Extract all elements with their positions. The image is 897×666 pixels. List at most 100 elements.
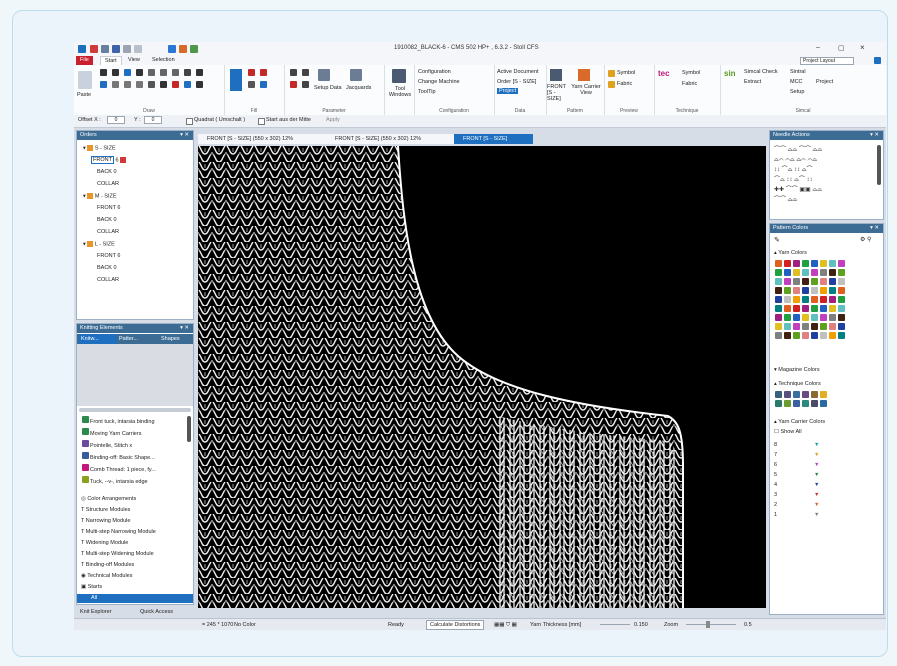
curve-icon[interactable] bbox=[184, 69, 191, 76]
module-item[interactable]: T Widening Module bbox=[81, 540, 128, 546]
yarn-color-swatch[interactable] bbox=[829, 323, 836, 330]
color-tools-icon[interactable]: ⚙ ⚲ bbox=[860, 236, 871, 243]
technique-symbol-button[interactable]: Symbol bbox=[682, 70, 700, 76]
technique-fabric-button[interactable]: Fabric bbox=[682, 81, 697, 87]
module-item[interactable]: ◎ Color Arrangements bbox=[81, 496, 136, 502]
flip-icon[interactable] bbox=[136, 81, 143, 88]
rotate-icon[interactable] bbox=[124, 81, 131, 88]
yarn-color-swatch[interactable] bbox=[811, 269, 818, 276]
square-checkbox[interactable] bbox=[186, 118, 193, 125]
yarn-carrier-cone-icon[interactable]: ▼ bbox=[814, 512, 819, 518]
pipette-icon[interactable] bbox=[160, 81, 167, 88]
yarn-color-swatch[interactable] bbox=[793, 287, 800, 294]
yarn-color-swatch[interactable] bbox=[811, 323, 818, 330]
yarn-color-swatch[interactable] bbox=[811, 278, 818, 285]
yarn-color-swatch[interactable] bbox=[775, 260, 782, 267]
yarn-color-swatch[interactable] bbox=[820, 323, 827, 330]
yarn-color-swatch[interactable] bbox=[838, 332, 845, 339]
jacquards-icon[interactable] bbox=[350, 69, 362, 81]
document-tab[interactable]: FRONT [S - SIZE] (550 x 302) 12% bbox=[326, 134, 459, 144]
calculate-distortions-button[interactable]: Calculate Distortions bbox=[426, 620, 485, 630]
settings-tool-icon[interactable] bbox=[190, 45, 198, 53]
help-icon[interactable] bbox=[874, 57, 881, 64]
yarn-color-swatch[interactable] bbox=[793, 269, 800, 276]
configuration-button[interactable]: Configuration bbox=[418, 69, 451, 75]
document-tab-active[interactable]: FRONT [S - SIZE] bbox=[454, 134, 533, 144]
yarn-color-swatch[interactable] bbox=[802, 278, 809, 285]
yarn-color-swatch[interactable] bbox=[784, 269, 791, 276]
tab-knitwear[interactable]: Knitw... bbox=[79, 334, 117, 344]
mcc-button[interactable]: MCC bbox=[790, 79, 803, 85]
technique-swatch[interactable] bbox=[802, 391, 809, 398]
order-m-back[interactable]: BACK 0 bbox=[97, 217, 117, 223]
element-item[interactable]: Pointelle, Stitch x bbox=[81, 440, 132, 449]
parameter-icon-1[interactable] bbox=[290, 69, 297, 76]
rectangle-icon[interactable] bbox=[124, 69, 131, 76]
yarn-carrier-row[interactable]: 7 ▼ bbox=[774, 450, 878, 460]
yarn-color-swatch[interactable] bbox=[784, 260, 791, 267]
simcal-check-button[interactable]: Simcal Check bbox=[744, 69, 778, 75]
element-item[interactable]: Moving Yarn Carriers bbox=[81, 428, 141, 437]
document-tab[interactable]: FRONT [S - SIZE] (550 x 302) 12% bbox=[198, 134, 331, 144]
new-file-icon[interactable] bbox=[90, 45, 98, 53]
line-icon[interactable] bbox=[112, 69, 119, 76]
yarn-color-swatch[interactable] bbox=[820, 296, 827, 303]
offset-x-value[interactable]: 0 bbox=[107, 116, 125, 124]
yarn-color-swatch[interactable] bbox=[802, 332, 809, 339]
yarn-carrier-row[interactable]: 8 ▼ bbox=[774, 440, 878, 450]
yarn-color-grid[interactable] bbox=[774, 260, 878, 356]
yarn-color-swatch[interactable] bbox=[775, 287, 782, 294]
yarn-color-swatch[interactable] bbox=[775, 269, 782, 276]
yarn-color-swatch[interactable] bbox=[829, 332, 836, 339]
menu-file[interactable]: File bbox=[76, 56, 93, 65]
yarn-color-swatch[interactable] bbox=[838, 287, 845, 294]
technique-swatch[interactable] bbox=[793, 400, 800, 407]
element-item[interactable]: Front tuck, intarsia binding bbox=[81, 416, 155, 425]
yarn-color-swatch[interactable] bbox=[820, 260, 827, 267]
show-all-checkbox[interactable]: ☐ Show All bbox=[774, 429, 802, 435]
yarn-carrier-row[interactable]: 1 ▼ bbox=[774, 510, 878, 520]
grid-icon[interactable] bbox=[184, 81, 191, 88]
yarn-color-swatch[interactable] bbox=[775, 323, 782, 330]
yarn-color-swatch[interactable] bbox=[784, 296, 791, 303]
order-s-collar[interactable]: COLLAR bbox=[97, 181, 119, 187]
pattern-icon[interactable] bbox=[120, 157, 127, 163]
tooltip-button[interactable]: ToolTip bbox=[418, 89, 436, 95]
yarn-color-swatch[interactable] bbox=[811, 287, 818, 294]
yarn-color-swatch[interactable] bbox=[829, 260, 836, 267]
yarn-color-swatch[interactable] bbox=[838, 260, 845, 267]
element-item[interactable]: Tuck, --v-, intarsia edge bbox=[81, 476, 148, 485]
yarn-carrier-row[interactable]: 3 ▼ bbox=[774, 490, 878, 500]
yarn-color-swatch[interactable] bbox=[811, 305, 818, 312]
order-size-l[interactable]: ▾ L - SIZE bbox=[83, 241, 115, 247]
yarn-color-swatch[interactable] bbox=[838, 296, 845, 303]
apply-button[interactable]: Apply bbox=[326, 117, 340, 123]
shape-icon[interactable] bbox=[148, 69, 155, 76]
yarn-color-swatch[interactable] bbox=[784, 287, 791, 294]
yarn-color-swatch[interactable] bbox=[784, 323, 791, 330]
view-mode-icons[interactable]: ▦▦ ⛉ ▦ bbox=[494, 622, 517, 629]
yarn-color-swatch[interactable] bbox=[811, 314, 818, 321]
order-l-collar[interactable]: COLLAR bbox=[97, 277, 119, 283]
paste-icon[interactable] bbox=[78, 71, 92, 89]
yarn-color-swatch[interactable] bbox=[820, 332, 827, 339]
order-m-collar[interactable]: COLLAR bbox=[97, 229, 119, 235]
quick-access-tab[interactable]: Quick Access bbox=[140, 609, 173, 615]
technique-swatch[interactable] bbox=[784, 400, 791, 407]
technique-swatch[interactable] bbox=[820, 391, 827, 398]
lasso-icon[interactable] bbox=[172, 69, 179, 76]
undo-icon[interactable] bbox=[123, 45, 131, 53]
tab-shapes[interactable]: Shapes bbox=[161, 334, 180, 344]
yarn-carrier-cone-icon[interactable]: ▼ bbox=[814, 492, 819, 498]
mirror-icon[interactable] bbox=[112, 81, 119, 88]
setup-data-icon[interactable] bbox=[318, 69, 330, 81]
yarn-color-swatch[interactable] bbox=[775, 332, 782, 339]
module-item[interactable]: T Multi-step Widening Module bbox=[81, 551, 154, 557]
yarn-color-swatch[interactable] bbox=[802, 296, 809, 303]
yarn-color-swatch[interactable] bbox=[820, 314, 827, 321]
yarn-color-swatch[interactable] bbox=[775, 278, 782, 285]
yarn-color-swatch[interactable] bbox=[784, 332, 791, 339]
panel-close-icon[interactable]: ▾ ✕ bbox=[870, 224, 879, 233]
save-icon[interactable] bbox=[112, 45, 120, 53]
tab-patterns[interactable]: Patter... bbox=[119, 334, 138, 344]
